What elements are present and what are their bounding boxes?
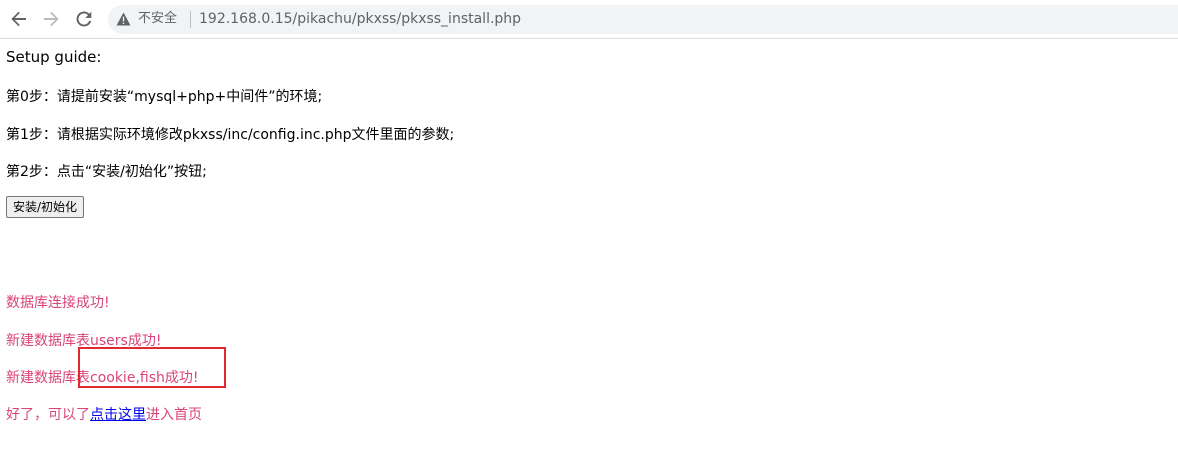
forward-button[interactable] — [40, 8, 62, 30]
step-2-text: 第2步：点击“安装/初始化”按钮; — [6, 164, 207, 180]
enter-home-link[interactable]: 点击这里 — [90, 407, 146, 423]
address-bar[interactable]: 不安全 192.168.0.15/pikachu/pkxss/pkxss_ins… — [108, 5, 1178, 34]
final-message-suffix: 进入首页 — [146, 407, 202, 423]
install-init-button[interactable]: 安装/初始化 — [6, 196, 85, 218]
reload-icon — [76, 11, 92, 27]
db-connect-success-message: 数据库连接成功! — [6, 295, 110, 311]
final-message-prefix: 好了，可以了 — [6, 407, 90, 423]
address-separator — [190, 11, 191, 28]
page-title: Setup guide: — [6, 48, 102, 66]
back-button[interactable] — [8, 8, 30, 30]
step-0-text: 第0步：请提前安装“mysql+php+中间件”的环境; — [6, 89, 323, 105]
forward-arrow-icon — [44, 11, 59, 27]
final-message: 好了，可以了点击这里进入首页 — [6, 404, 202, 424]
warning-triangle-icon — [116, 12, 131, 26]
browser-toolbar: 不安全 192.168.0.15/pikachu/pkxss/pkxss_ins… — [0, 0, 1178, 39]
security-status-label[interactable]: 不安全 — [138, 11, 177, 27]
highlight-annotation-box — [78, 347, 226, 388]
back-arrow-icon — [11, 11, 26, 27]
reload-button[interactable] — [73, 8, 95, 30]
url-text[interactable]: 192.168.0.15/pikachu/pkxss/pkxss_install… — [199, 10, 521, 28]
step-1-text: 第1步：请根据实际环境修改pkxss/inc/config.inc.php文件里… — [6, 127, 455, 143]
